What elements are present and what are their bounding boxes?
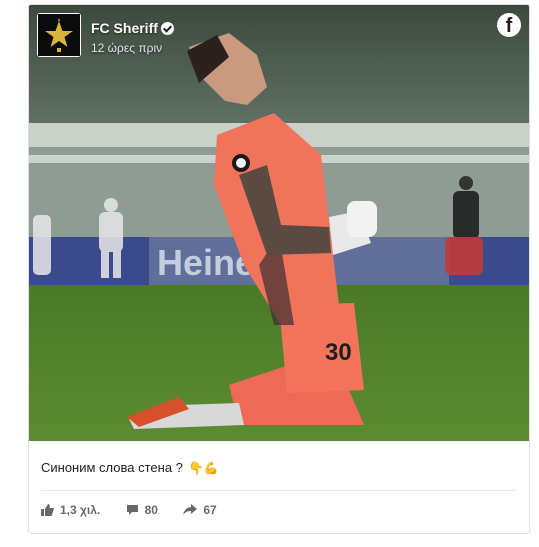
jersey-number: 30 xyxy=(325,339,352,366)
page-name[interactable]: FC Sheriff xyxy=(91,20,174,36)
comment-icon xyxy=(126,505,138,515)
comments-count: 80 xyxy=(144,503,158,517)
shares-count: 67 xyxy=(203,503,217,517)
caption-emoji: 👇💪 xyxy=(188,461,219,475)
thumbs-up-icon xyxy=(41,504,54,516)
comments-stat[interactable]: 80 xyxy=(126,503,158,517)
sheriff-logo-icon xyxy=(38,14,80,56)
shares-stat[interactable]: 67 xyxy=(183,503,217,517)
divider xyxy=(41,490,517,491)
goalkeeper-celebration-image: Heineken 30 xyxy=(29,5,529,441)
facebook-post-card: Heineken 30 FC Sheriff 12 ώρες πριν f Си… xyxy=(28,4,530,534)
post-timestamp[interactable]: 12 ώρες πριν xyxy=(91,41,162,55)
post-photo[interactable]: Heineken 30 FC Sheriff 12 ώρες πριν f xyxy=(29,5,529,441)
post-stats-bar: 1,3 χιλ. 80 67 xyxy=(41,503,239,519)
facebook-icon[interactable]: f xyxy=(497,13,521,37)
likes-stat[interactable]: 1,3 χιλ. xyxy=(41,503,100,517)
likes-count: 1,3 χιλ. xyxy=(60,503,101,517)
caption-text: Синоним слова стена ? xyxy=(41,460,183,475)
page-avatar[interactable] xyxy=(37,13,81,57)
share-arrow-icon xyxy=(183,504,198,515)
page-name-label: FC Sheriff xyxy=(91,20,158,36)
verified-check-icon xyxy=(160,22,174,35)
post-caption: Синоним слова стена ? 👇💪 xyxy=(41,460,218,475)
